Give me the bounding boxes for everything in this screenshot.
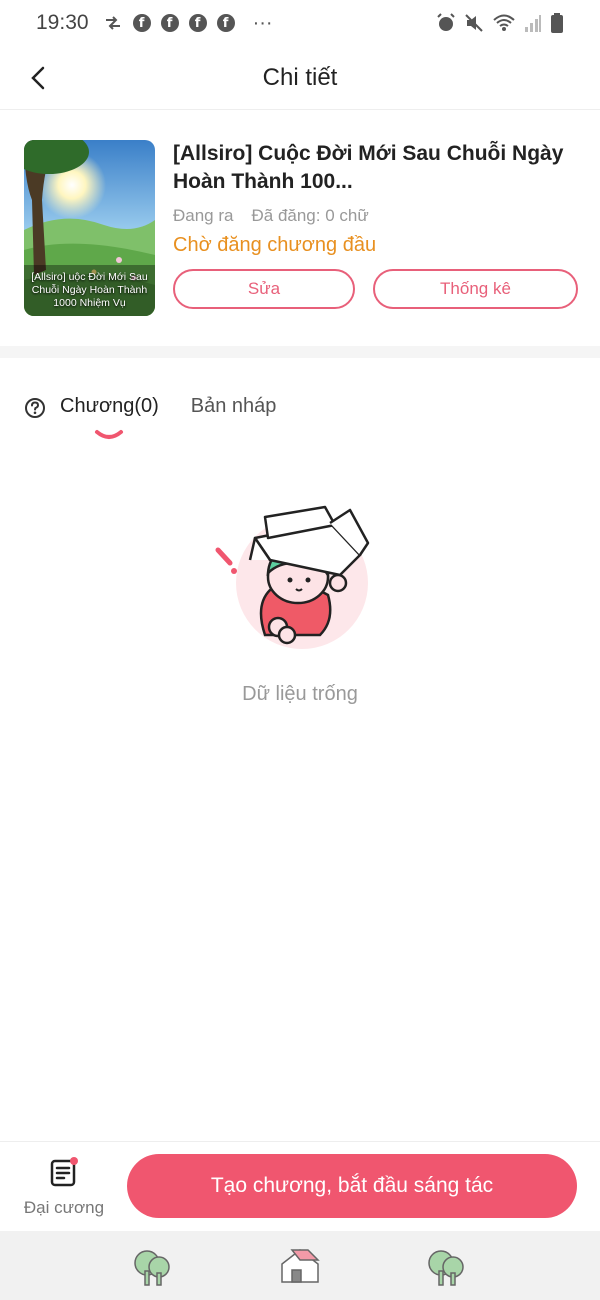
book-status-label: Đang ra xyxy=(173,206,234,225)
nav-item-right[interactable] xyxy=(417,1241,477,1291)
book-cover[interactable]: [Allsiro] uộc Đời Mới Sau Chuỗi Ngày Hoà… xyxy=(24,140,155,316)
question-circle-icon[interactable] xyxy=(24,397,46,419)
book-meta: Đang ra Đã đăng: 0 chữ xyxy=(173,206,578,226)
book-title: [Allsiro] Cuộc Đời Mới Sau Chuỗi Ngày Ho… xyxy=(173,142,564,193)
publish-status: Chờ đăng chương đầu xyxy=(173,234,377,256)
signal-icon xyxy=(525,15,541,32)
outline-document-icon xyxy=(50,1157,78,1187)
swap-icon xyxy=(105,16,120,30)
tab-chapters-label: Chương(0) xyxy=(60,395,159,417)
tab-chapters[interactable]: Chương(0) xyxy=(60,395,159,439)
edit-button[interactable]: Sửa xyxy=(173,269,355,309)
header: Chi tiết xyxy=(0,46,600,110)
book-info: [Allsiro] Cuộc Đời Mới Sau Chuỗi Ngày Ho… xyxy=(173,140,578,346)
status-left: 19:30 f f f f ··· xyxy=(36,11,273,35)
bottom-action-bar: Đại cương Tạo chương, bắt đầu sáng tác xyxy=(0,1141,600,1231)
status-right xyxy=(436,12,564,34)
facebook-icon: f xyxy=(188,14,207,32)
status-bar: 19:30 f f f f ··· xyxy=(0,0,600,46)
empty-box-illustration xyxy=(215,505,370,649)
status-time: 19:30 xyxy=(36,11,89,34)
facebook-icon: f xyxy=(216,14,235,32)
page-title: Chi tiết xyxy=(262,63,338,91)
outline-button[interactable]: Đại cương xyxy=(20,1156,108,1218)
facebook-icon: f xyxy=(132,14,151,32)
nav-item-home[interactable] xyxy=(270,1241,330,1291)
back-button[interactable] xyxy=(20,60,56,96)
cover-title: [Allsiro] uộc Đời Mới Sau Chuỗi Ngày Hoà… xyxy=(31,271,148,309)
more-notifications-dots: ··· xyxy=(252,11,273,34)
book-card: [Allsiro] uộc Đời Mới Sau Chuỗi Ngày Hoà… xyxy=(0,110,600,346)
system-nav-bar xyxy=(0,1231,600,1300)
section-divider xyxy=(0,346,600,358)
tree-icon xyxy=(427,1249,464,1286)
book-word-count: Đã đăng: 0 chữ xyxy=(251,206,369,225)
tab-drafts[interactable]: Bản nháp xyxy=(191,395,277,418)
home-icon xyxy=(281,1248,320,1283)
stats-button[interactable]: Thống kê xyxy=(373,269,578,309)
book-actions: Sửa Thống kê xyxy=(173,269,578,309)
nav-item-left[interactable] xyxy=(123,1241,183,1291)
battery-icon xyxy=(551,13,563,33)
mute-icon xyxy=(465,14,483,32)
active-tab-indicator xyxy=(95,430,123,439)
chapter-tabs: Chương(0) Bản nháp xyxy=(24,380,276,440)
wifi-icon xyxy=(493,14,515,31)
tree-icon xyxy=(134,1249,171,1286)
empty-state-text: Dữ liệu trống xyxy=(242,683,358,705)
facebook-icon: f xyxy=(160,14,179,32)
alarm-icon xyxy=(437,13,455,31)
outline-label: Đại cương xyxy=(23,1198,105,1217)
chevron-left-icon xyxy=(31,66,45,90)
create-chapter-button[interactable]: Tạo chương, bắt đầu sáng tác xyxy=(127,1154,577,1218)
